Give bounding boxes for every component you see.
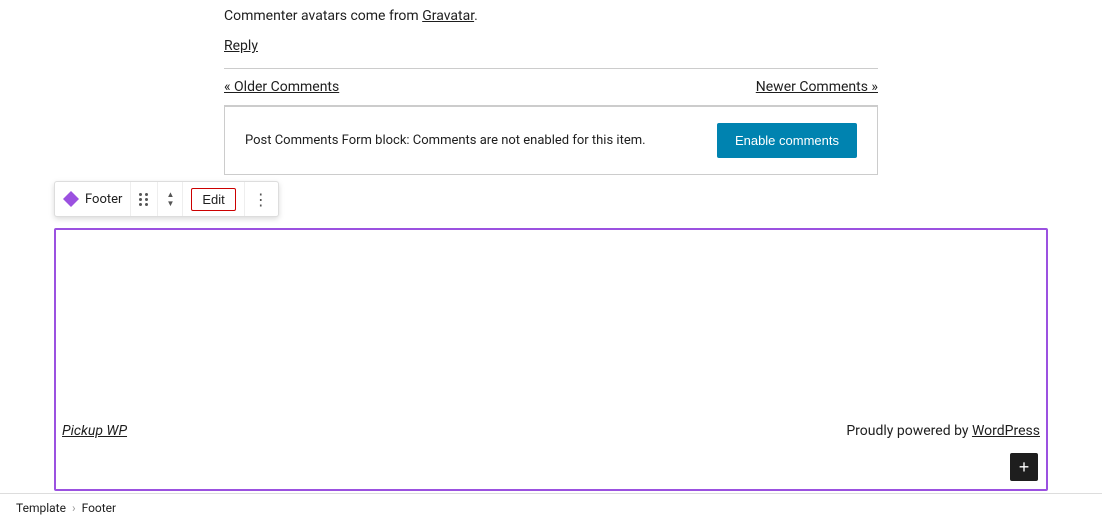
breadcrumb-bar: Template › Footer bbox=[0, 493, 1102, 521]
block-toolbar: Footer ▲ ▼ Edit ⋮ bbox=[54, 181, 279, 217]
arrows-icon: ▲ ▼ bbox=[166, 191, 174, 208]
edit-button-container[interactable]: Edit bbox=[183, 182, 244, 216]
footer-block: Pickup WP Proudly powered by WordPress + bbox=[54, 228, 1048, 491]
edit-button[interactable]: Edit bbox=[191, 188, 235, 211]
main-content: Commenter avatars come from Gravatar. Re… bbox=[0, 0, 1102, 175]
block-label: Footer bbox=[85, 192, 122, 207]
breadcrumb-separator: › bbox=[72, 501, 76, 515]
drag-handle[interactable] bbox=[131, 182, 158, 216]
newer-comments-link[interactable]: Newer Comments » bbox=[756, 79, 878, 95]
comment-form-notice: Post Comments Form block: Comments are n… bbox=[245, 133, 646, 148]
more-options[interactable]: ⋮ bbox=[245, 182, 278, 216]
footer-content: Pickup WP Proudly powered by WordPress bbox=[56, 423, 1046, 439]
drag-icon bbox=[139, 193, 149, 206]
reply-link[interactable]: Reply bbox=[224, 38, 878, 54]
add-block-button[interactable]: + bbox=[1010, 453, 1038, 481]
breadcrumb-footer: Footer bbox=[82, 501, 117, 515]
pagination-row: « Older Comments Newer Comments » bbox=[224, 68, 878, 106]
block-type-icon: Footer bbox=[55, 182, 131, 216]
comment-form-box: Post Comments Form block: Comments are n… bbox=[224, 106, 878, 175]
footer-site-name[interactable]: Pickup WP bbox=[62, 423, 127, 439]
older-comments-link[interactable]: « Older Comments bbox=[224, 79, 339, 95]
enable-comments-button[interactable]: Enable comments bbox=[717, 123, 857, 158]
wordpress-link[interactable]: WordPress bbox=[972, 423, 1040, 439]
move-arrows[interactable]: ▲ ▼ bbox=[158, 182, 183, 216]
footer-powered-text: Proudly powered by WordPress bbox=[846, 423, 1040, 439]
more-options-icon: ⋮ bbox=[253, 190, 270, 209]
footer-block-icon bbox=[63, 191, 79, 207]
gravatar-text: Commenter avatars come from Gravatar. bbox=[224, 0, 878, 24]
gravatar-link[interactable]: Gravatar bbox=[422, 8, 474, 24]
breadcrumb-template: Template bbox=[16, 501, 66, 515]
